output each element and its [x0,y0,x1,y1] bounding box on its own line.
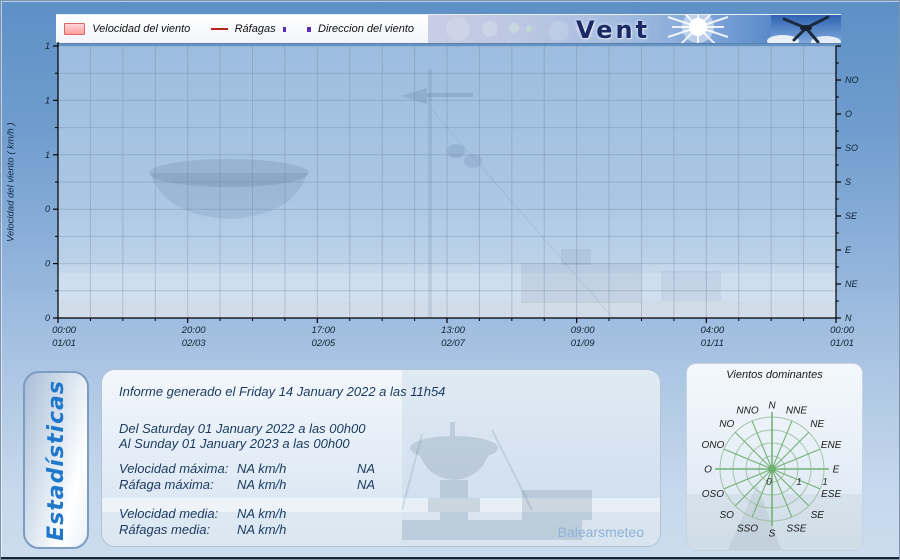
y-axis-tick-label: 1 [45,41,50,51]
rose-scale-label: 1 [822,477,828,488]
brand-link[interactable]: Balearsmeteo [558,524,644,540]
y2-axis-direction-label: SO [845,143,858,153]
rose-scale-label: 1 [796,477,802,488]
tab-statistics-label: Estadísticas [44,380,69,541]
y2-axis-direction-label: NO [845,75,859,85]
y2-axis-direction-label: S [845,177,851,187]
stat-value: NA km/h [237,477,286,492]
rose-direction-label: SO [720,510,735,521]
rose-direction-label: NO [719,419,734,430]
tab-statistics[interactable]: Estadísticas [23,371,89,549]
rose-direction-label: NNO [736,405,758,416]
stat-label: Ráfagas media: [119,522,210,537]
rose-direction-label: SE [811,510,825,521]
wind-rose-panel: Vientos dominantes NNNENEENEEESESESSESSS… [686,363,863,551]
rose-direction-label: S [769,529,776,540]
stat-value: NA km/h [237,522,286,537]
x-axis-date-label: 02/07 [441,338,465,349]
x-axis-date-label: 01/09 [571,338,595,349]
stat-direction-value: NA [357,477,375,492]
x-axis-time-label: 17:00 [311,325,335,336]
rose-direction-label: E [833,465,840,476]
y-axis-tick-label: 0 [45,204,50,214]
stat-value: NA km/h [237,506,286,521]
y2-axis-direction-label: N [845,313,852,323]
y2-axis-direction-label: NE [845,279,858,289]
x-axis-date-label: 02/05 [311,338,335,349]
rose-direction-label: OSO [702,489,724,500]
x-axis-date-label: 01/01 [52,338,76,349]
x-axis-time-label: 00:00 [830,325,854,336]
x-axis-time-label: 09:00 [571,325,595,336]
rose-scale-label: 0 [766,477,772,488]
stat-label: Velocidad media: [119,506,218,521]
rose-direction-label: NNE [786,405,807,416]
stat-direction-value: NA [357,461,375,476]
report-generated-line: Informe generado el Friday 14 January 20… [119,384,445,399]
rose-direction-label: O [704,465,712,476]
x-axis-date-label: 01/01 [830,338,854,349]
y-axis-tick-label: 0 [45,259,50,269]
x-axis-date-label: 01/11 [701,338,724,349]
stat-value: NA km/h [237,461,286,476]
y-axis-tick-label: 1 [45,95,50,105]
y2-axis-direction-label: SE [845,211,858,221]
rose-direction-label: ENE [821,440,842,451]
rose-direction-label: ESE [821,489,841,500]
rose-direction-label: ONO [701,440,724,451]
x-axis-time-label: 00:00 [52,325,76,336]
stat-label: Velocidad máxima: [119,461,228,476]
x-axis-time-label: 13:00 [441,325,465,336]
stat-label: Ráfaga máxima: [119,477,214,492]
rose-direction-label: SSE [786,524,806,535]
period-from-line: Del Saturday 01 January 2022 a las 00h00 [119,421,365,436]
rose-direction-label: NE [810,419,824,430]
y2-axis-direction-label: O [845,109,852,119]
period-to-line: Al Sunday 01 January 2023 a las 00h00 [119,436,350,451]
x-axis-time-label: 04:00 [700,325,724,336]
y-axis-tick-label: 1 [45,150,50,160]
x-axis-time-label: 20:00 [181,325,206,336]
rose-direction-label: SSO [737,524,758,535]
wind-rose-chart: N NNENE ENE E ESE SE SSE S SSOSO OSO O ONO NONNO 0 1 1 [687,364,863,551]
statistics-panel: Informe generado el Friday 14 January 20… [101,369,661,547]
weather-report-window: Velocidad del vientoRáfagasDireccion del… [0,0,900,560]
wind-chart: 11100000:0001/0120:0002/0317:0002/0513:0… [1,1,900,361]
y-axis-tick-label: 0 [45,313,50,323]
rose-direction-label: N [768,401,776,412]
x-axis-date-label: 02/03 [182,338,206,349]
y2-axis-direction-label: E [845,245,852,255]
